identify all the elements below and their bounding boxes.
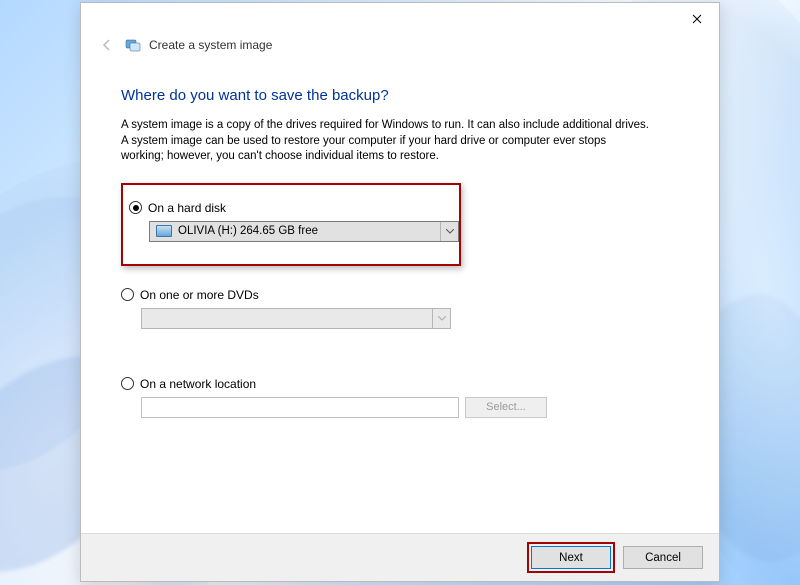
select-network-button: Select... xyxy=(465,397,547,418)
option-hard-disk-label: On a hard disk xyxy=(148,201,226,215)
system-image-icon xyxy=(125,37,141,53)
content-area: Where do you want to save the backup? A … xyxy=(81,61,719,533)
option-dvd-label: On one or more DVDs xyxy=(140,288,259,302)
titlebar xyxy=(81,3,719,35)
drive-icon xyxy=(156,225,172,237)
option-network-section: On a network location Select... xyxy=(121,377,679,418)
cancel-button[interactable]: Cancel xyxy=(623,546,703,569)
option-dvd[interactable]: On one or more DVDs xyxy=(121,288,679,302)
option-hard-disk[interactable]: On a hard disk xyxy=(129,201,443,215)
option-dvd-section: On one or more DVDs xyxy=(121,288,679,329)
highlight-next: Next xyxy=(527,542,615,573)
option-network[interactable]: On a network location xyxy=(121,377,679,391)
window-title: Create a system image xyxy=(149,38,272,52)
network-path-input xyxy=(141,397,459,418)
chevron-down-icon xyxy=(432,309,450,328)
close-button[interactable] xyxy=(674,4,719,34)
wizard-window: Create a system image Where do you want … xyxy=(80,2,720,582)
header-row: Create a system image xyxy=(81,35,719,61)
next-button[interactable]: Next xyxy=(531,546,611,569)
radio-network[interactable] xyxy=(121,377,134,390)
close-icon xyxy=(692,14,702,24)
chevron-down-icon xyxy=(440,222,458,241)
page-heading: Where do you want to save the backup? xyxy=(121,87,679,104)
back-button[interactable] xyxy=(97,35,117,55)
hard-disk-selected-value: OLIVIA (H:) 264.65 GB free xyxy=(178,225,318,237)
back-arrow-icon xyxy=(99,37,115,53)
page-description: A system image is a copy of the drives r… xyxy=(121,118,651,165)
radio-dvd[interactable] xyxy=(121,288,134,301)
footer: Next Cancel xyxy=(81,533,719,581)
dvd-dropdown xyxy=(141,308,451,329)
hard-disk-dropdown[interactable]: OLIVIA (H:) 264.65 GB free xyxy=(149,221,459,242)
radio-hard-disk[interactable] xyxy=(129,201,142,214)
highlight-hard-disk: On a hard disk OLIVIA (H:) 264.65 GB fre… xyxy=(121,183,461,266)
option-network-label: On a network location xyxy=(140,377,256,391)
